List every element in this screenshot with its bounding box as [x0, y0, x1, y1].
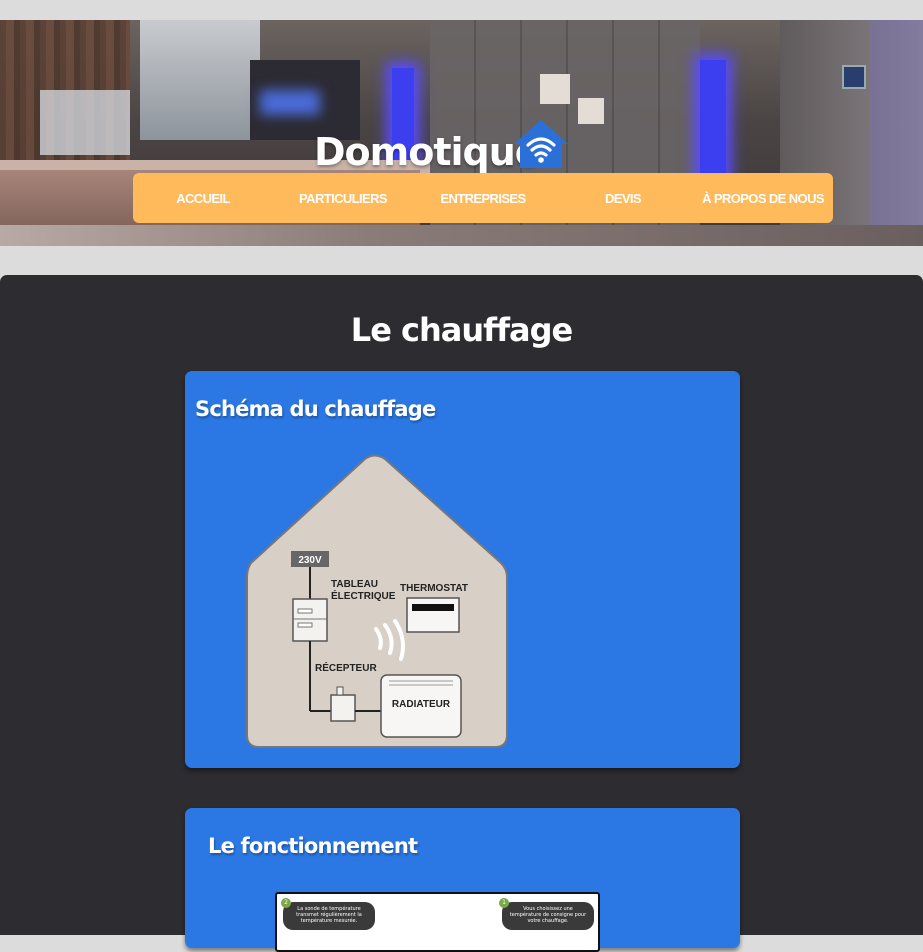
- thermostat-label: THERMOSTAT: [400, 583, 468, 594]
- card-schema: Schéma du chauffage 230V TABLEAU ÉLECTRI…: [185, 371, 740, 768]
- receiver: [330, 694, 356, 722]
- heating-schema-diagram: 230V TABLEAU ÉLECTRIQUE THERMOSTAT RÉCEP…: [246, 454, 508, 748]
- site-title[interactable]: Domotique: [314, 130, 541, 174]
- nav-item-particuliers[interactable]: PARTICULIERS: [273, 191, 413, 206]
- info-bubble: Vous choisissez une température de consi…: [502, 902, 594, 930]
- header-banner: Domotique ACCUEIL PARTICULIERS ENTREPRIS…: [0, 20, 923, 246]
- page-title: Le chauffage: [350, 311, 573, 349]
- info-bubble: La sonde de température transmet réguliè…: [283, 902, 375, 930]
- electrical-panel: [292, 598, 328, 642]
- receiver-label: RÉCEPTEUR: [315, 661, 377, 674]
- step-number: 1: [499, 898, 509, 908]
- step-number: 2: [281, 898, 291, 908]
- nav-item-accueil[interactable]: ACCUEIL: [133, 191, 273, 206]
- main-nav: ACCUEIL PARTICULIERS ENTREPRISES DEVIS À…: [133, 173, 833, 223]
- main-content: Le chauffage Schéma du chauffage 230V TA…: [0, 275, 923, 952]
- card-title: Schéma du chauffage: [195, 397, 436, 421]
- smart-home-icon[interactable]: [512, 118, 570, 170]
- nav-item-entreprises[interactable]: ENTREPRISES: [413, 191, 553, 206]
- nav-item-a-propos[interactable]: À PROPOS DE NOUS: [693, 191, 833, 206]
- operation-illustration: La sonde de température transmet réguliè…: [275, 892, 600, 952]
- nav-item-devis[interactable]: DEVIS: [553, 191, 693, 206]
- voltage-label: 230V: [298, 555, 322, 566]
- card-fonctionnement: Le fonctionnement La sonde de températur…: [185, 808, 740, 952]
- radiator-label: RADIATEUR: [392, 699, 451, 710]
- thermostat: [406, 597, 460, 633]
- card-title: Le fonctionnement: [208, 834, 418, 858]
